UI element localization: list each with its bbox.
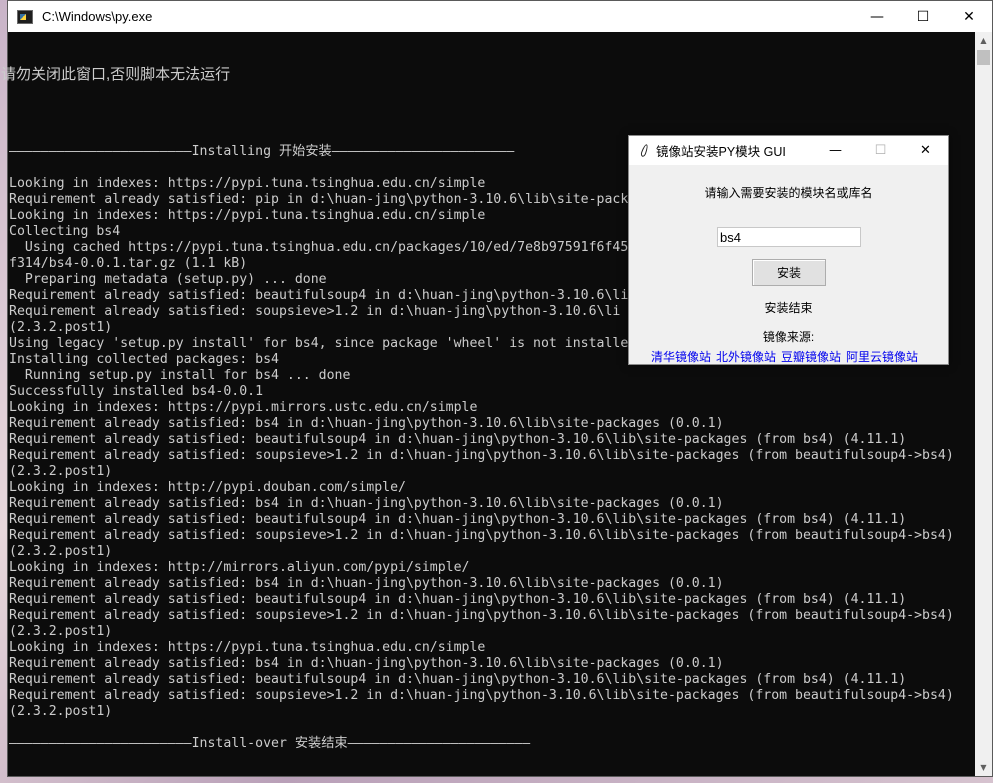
scroll-thumb[interactable] — [977, 50, 990, 65]
scroll-up-arrow-icon[interactable]: ▲ — [975, 32, 992, 49]
console-titlebar[interactable]: C:\Windows\py.exe — ☐ ✕ — [8, 1, 992, 32]
console-line: Requirement already satisfied: bs4 in d:… — [9, 656, 724, 671]
mirror-link-aliyun[interactable]: 阿里云镜像站 — [846, 348, 918, 365]
scroll-down-arrow-icon[interactable]: ▼ — [975, 759, 992, 776]
gui-title: 镜像站安装PY模块 GUI — [656, 145, 786, 159]
console-line: Looking in indexes: https://pypi.tuna.ts… — [9, 640, 486, 655]
feather-icon — [639, 144, 649, 158]
console-line: (2.3.2.post1) — [9, 624, 113, 639]
mirror-link-tsinghua[interactable]: 清华镜像站 — [651, 348, 711, 365]
module-name-input[interactable] — [717, 227, 861, 247]
console-line: Running setup.py install for bs4 ... don… — [9, 368, 351, 383]
console-line: Requirement already satisfied: bs4 in d:… — [9, 416, 724, 431]
console-line: Looking in indexes: http://mirrors.aliyu… — [9, 560, 470, 575]
vertical-scrollbar[interactable]: ▲ ▼ — [975, 32, 992, 776]
console-line: (2.3.2.post1) — [9, 544, 113, 559]
gui-maximize-button: ☐ — [874, 143, 887, 158]
console-line: Requirement already satisfied: beautiful… — [9, 672, 907, 687]
gui-close-button[interactable]: ✕ — [903, 136, 948, 165]
console-line: Requirement already satisfied: soupsieve… — [9, 688, 954, 703]
mirror-link-douban[interactable]: 豆瓣镜像站 — [781, 348, 841, 365]
gui-window: 镜像站安装PY模块 GUI — ☐ ✕ 请输入需要安装的模块名或库名 安装 安装… — [628, 135, 949, 365]
console-line: Requirement already satisfied: bs4 in d:… — [9, 496, 724, 511]
mirror-links: 清华镜像站 北外镜像站 豆瓣镜像站 阿里云镜像站 — [651, 348, 948, 365]
console-line: Requirement already satisfied: beautiful… — [9, 432, 907, 447]
console-line: Requirement already satisfied: beautiful… — [9, 512, 907, 527]
console-line: Requirement already satisfied: beautiful… — [9, 592, 907, 607]
console-line: Requirement already satisfied: soupsieve… — [9, 448, 954, 463]
console-line: ———————————————————————Install-over 安装结束… — [9, 736, 531, 751]
console-line: Requirement already satisfied: soupsieve… — [9, 528, 954, 543]
console-line: Looking in indexes: http://pypi.douban.c… — [9, 480, 406, 495]
console-line: (2.3.2.post1) — [9, 464, 113, 479]
console-line: Requirement already satisfied: bs4 in d:… — [9, 576, 724, 591]
gui-minimize-button[interactable]: — — [813, 136, 858, 165]
close-button[interactable]: ✕ — [946, 1, 992, 32]
mirror-link-bfsu[interactable]: 北外镜像站 — [716, 348, 776, 365]
maximize-button[interactable]: ☐ — [900, 1, 946, 32]
console-line: Requirement already satisfied: soupsieve… — [9, 608, 954, 623]
install-button[interactable]: 安装 — [752, 259, 826, 286]
console-window: C:\Windows\py.exe — ☐ ✕ ————————————————… — [1, 0, 993, 777]
gui-content: 请输入需要安装的模块名或库名 安装 安装结束 镜像来源: 清华镜像站 北外镜像站… — [629, 165, 948, 365]
status-label: 安装结束 — [764, 301, 813, 315]
console-line: (2.3.2.post1) — [9, 704, 113, 719]
console-title: C:\Windows\py.exe — [42, 9, 153, 24]
console-line: Successfully installed bs4-0.0.1 — [9, 384, 264, 399]
warning-message: 请勿关闭此窗口,否则脚本无法运行 — [1, 66, 231, 83]
console-line: Looking in indexes: https://pypi.mirrors… — [9, 400, 478, 415]
console-app-icon — [17, 9, 33, 24]
mirror-source-label: 镜像来源: — [762, 330, 815, 344]
module-prompt-label: 请输入需要安装的模块名或库名 — [704, 186, 873, 200]
gui-titlebar[interactable]: 镜像站安装PY模块 GUI — ☐ ✕ — [629, 136, 948, 165]
minimize-button[interactable]: — — [854, 1, 900, 32]
